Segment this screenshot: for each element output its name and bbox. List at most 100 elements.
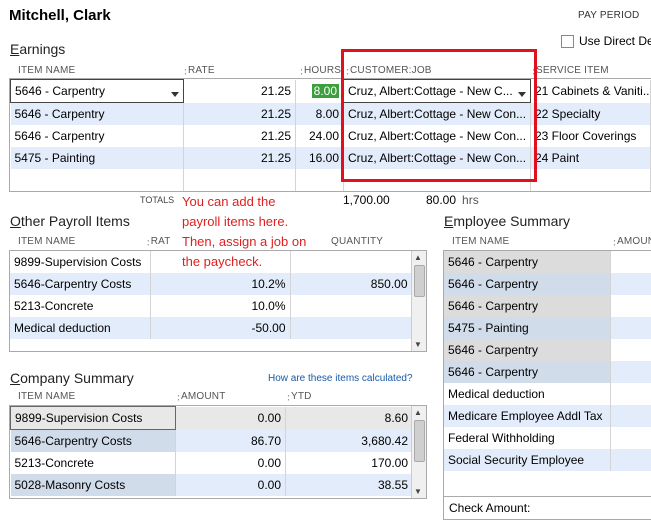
empty-cell[interactable]	[10, 169, 184, 191]
col-item-name[interactable]: ITEM NAME	[10, 236, 143, 247]
use-direct-deposit-checkbox[interactable]: Use Direct De	[561, 34, 651, 48]
table-row[interactable]: 5646 - Carpentry	[444, 339, 651, 361]
table-row[interactable]: Medicare Employee Addl Tax	[444, 405, 651, 427]
rate-cell[interactable]: 21.25	[183, 147, 296, 169]
item-name-cell[interactable]: 5213-Concrete	[10, 295, 151, 317]
col-service-item[interactable]: ⋮ SERVICE ITEM	[528, 65, 651, 76]
item-name-cell[interactable]: Federal Withholding	[444, 427, 611, 449]
scrollbar-thumb[interactable]	[414, 420, 425, 462]
table-row[interactable]: 5646-Carpentry Costs 86.70 3,680.42	[10, 429, 413, 452]
col-hours[interactable]: ⋮ HOURS	[296, 65, 342, 76]
col-rate[interactable]: ⋮RATE	[180, 65, 296, 76]
table-row[interactable]: 5213-Concrete 10.0%	[10, 295, 413, 317]
item-name-cell[interactable]: 5646 - Carpentry	[444, 273, 611, 295]
quantity-cell[interactable]	[290, 251, 413, 273]
table-row[interactable]: 9899-Supervision Costs 0.00 8.60	[10, 406, 413, 430]
amount-cell[interactable]: 0.00	[175, 406, 286, 430]
rate-cell[interactable]: 10.2%	[150, 273, 291, 295]
table-row[interactable]: 5646-Carpentry Costs 10.2% 850.00	[10, 273, 413, 295]
item-name-cell[interactable]: 5475 - Painting	[10, 147, 184, 169]
quantity-cell[interactable]	[290, 295, 413, 317]
item-name-cell[interactable]: 9899-Supervision Costs	[10, 251, 151, 273]
table-row[interactable]: 5213-Concrete 0.00 170.00	[10, 452, 413, 474]
table-row[interactable]: 5646 - Carpentry 21.25 24.00 Cruz, Alber…	[10, 125, 651, 147]
item-name-cell[interactable]: 5646-Carpentry Costs	[10, 273, 151, 295]
rate-cell[interactable]	[150, 251, 291, 273]
table-row[interactable]	[10, 169, 651, 191]
col-item-name[interactable]: ITEM NAME	[10, 65, 180, 76]
amount-cell[interactable]: 0.00	[175, 452, 286, 474]
table-row[interactable]: Medical deduction	[444, 383, 651, 405]
hours-cell[interactable]: 8.00	[295, 79, 344, 103]
item-name-cell[interactable]: Medicare Employee Addl Tax	[444, 405, 611, 427]
vertical-scrollbar[interactable]: ▲ ▼	[411, 251, 426, 351]
ytd-cell[interactable]: 8.60	[285, 406, 413, 430]
amount-cell[interactable]	[610, 295, 651, 317]
col-rate[interactable]: ⋮RATE	[143, 236, 170, 247]
rate-cell[interactable]: 10.0%	[150, 295, 291, 317]
table-row[interactable]: 5646 - Carpentry	[444, 273, 651, 295]
col-quantity[interactable]: QUANTITY	[325, 233, 385, 249]
amount-cell[interactable]	[610, 361, 651, 383]
rate-cell[interactable]: 21.25	[183, 125, 296, 147]
rate-cell[interactable]: 21.25	[183, 79, 296, 103]
quantity-cell[interactable]: 850.00	[290, 273, 413, 295]
item-name-cell[interactable]: 5646-Carpentry Costs	[10, 429, 176, 452]
amount-cell[interactable]	[610, 449, 651, 471]
amount-cell[interactable]: 0.00	[175, 474, 286, 496]
quantity-cell[interactable]	[290, 317, 413, 339]
amount-cell[interactable]	[610, 339, 651, 361]
item-name-cell[interactable]: 9899-Supervision Costs	[10, 406, 176, 430]
ytd-cell[interactable]: 170.00	[285, 452, 413, 474]
item-name-cell[interactable]: 5646 - Carpentry	[444, 339, 611, 361]
col-amount[interactable]: ⋮ AMOUNT	[173, 391, 283, 402]
amount-cell[interactable]	[610, 427, 651, 449]
item-name-cell[interactable]: 5646 - Carpentry	[444, 251, 611, 273]
service-item-cell[interactable]: 21 Cabinets & Vaniti...	[530, 79, 651, 103]
item-name-cell[interactable]: Social Security Employee	[444, 449, 611, 471]
empty-cell[interactable]	[183, 169, 296, 191]
item-name-cell[interactable]: 5028-Masonry Costs	[10, 474, 176, 496]
item-name-cell[interactable]: 5646 - Carpentry	[10, 125, 184, 147]
item-name-dropdown[interactable]: 5646 - Carpentry	[10, 79, 184, 103]
item-name-cell[interactable]: 5646 - Carpentry	[444, 361, 611, 383]
table-row[interactable]: 5475 - Painting	[444, 317, 651, 339]
scroll-up-icon[interactable]: ▲	[414, 408, 422, 417]
item-name-cell[interactable]: 5646 - Carpentry	[10, 102, 184, 125]
scroll-down-icon[interactable]: ▼	[414, 487, 422, 496]
col-item-name[interactable]: ITEM NAME	[444, 236, 609, 247]
amount-cell[interactable]	[610, 317, 651, 339]
empty-cell[interactable]	[530, 169, 651, 191]
amount-cell[interactable]: 86.70	[175, 429, 286, 452]
item-name-cell[interactable]: 5475 - Painting	[444, 317, 611, 339]
service-item-cell[interactable]: 23 Floor Coverings	[530, 125, 651, 147]
rate-cell[interactable]: -50.00	[150, 317, 291, 339]
item-name-cell[interactable]: Medical deduction	[444, 383, 611, 405]
scrollbar-thumb[interactable]	[414, 265, 425, 297]
col-item-name[interactable]: ITEM NAME	[10, 391, 173, 402]
table-row[interactable]: 5646 - Carpentry	[444, 251, 651, 273]
table-row[interactable]: 5646 - Carpentry	[444, 361, 651, 383]
amount-cell[interactable]	[610, 383, 651, 405]
hours-input[interactable]: 8.00	[311, 84, 339, 98]
table-row[interactable]: 5646 - Carpentry 21.25 8.00 Cruz, Albert…	[10, 102, 651, 125]
amount-cell[interactable]	[610, 251, 651, 273]
table-row[interactable]: Social Security Employee	[444, 449, 651, 471]
col-amount[interactable]: ⋮AMOUN	[609, 236, 651, 247]
ytd-cell[interactable]: 38.55	[285, 474, 413, 496]
table-row[interactable]: 5475 - Painting 21.25 16.00 Cruz, Albert…	[10, 147, 651, 169]
table-row[interactable]: 5646 - Carpentry 21.25 8.00 Cruz, Albert…	[10, 79, 651, 103]
table-row[interactable]: 5646 - Carpentry	[444, 295, 651, 317]
chevron-down-icon[interactable]	[171, 92, 179, 97]
table-row[interactable]: 5028-Masonry Costs 0.00 38.55	[10, 474, 413, 496]
table-row[interactable]: Federal Withholding	[444, 427, 651, 449]
col-ytd[interactable]: ⋮ YTD	[283, 391, 413, 402]
ytd-cell[interactable]: 3,680.42	[285, 429, 413, 452]
scroll-up-icon[interactable]: ▲	[414, 253, 422, 262]
amount-cell[interactable]	[610, 273, 651, 295]
item-name-cell[interactable]: Medical deduction	[10, 317, 151, 339]
table-row[interactable]: 9899-Supervision Costs	[10, 251, 413, 273]
scroll-down-icon[interactable]: ▼	[414, 340, 422, 349]
table-row[interactable]: Medical deduction -50.00	[10, 317, 413, 339]
vertical-scrollbar[interactable]: ▲ ▼	[411, 406, 426, 498]
